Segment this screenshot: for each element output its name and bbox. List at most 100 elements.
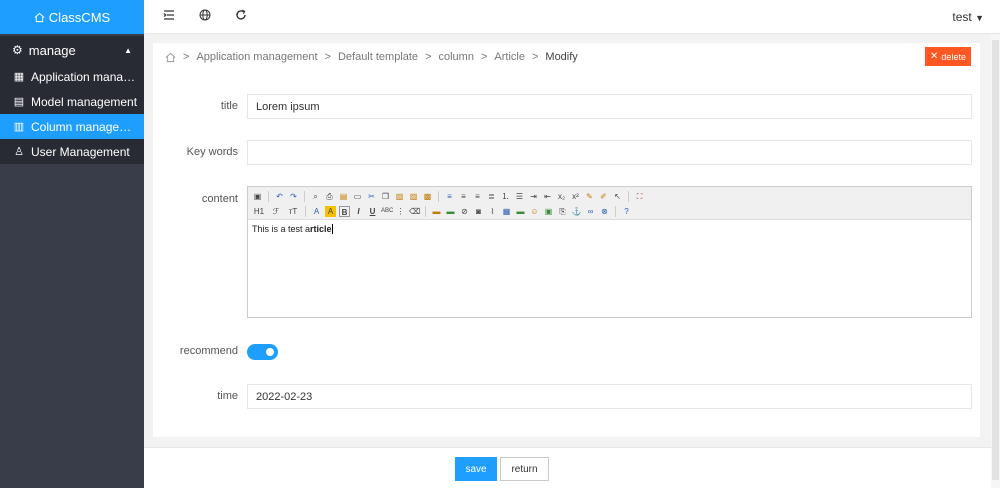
help-icon[interactable]: ? bbox=[621, 206, 632, 217]
link-icon[interactable]: ∞ bbox=[585, 206, 596, 217]
logo[interactable]: ClassCMS bbox=[0, 0, 144, 34]
breadcrumb-separator: > bbox=[183, 51, 190, 63]
keywords-input[interactable] bbox=[247, 140, 972, 165]
paste-icon[interactable]: ▧ bbox=[394, 191, 405, 202]
code-icon[interactable]: ▭ bbox=[352, 191, 363, 202]
breadcrumb-item[interactable]: column bbox=[439, 51, 474, 63]
save-button[interactable]: save bbox=[455, 457, 497, 481]
cut-icon[interactable]: ✂ bbox=[366, 191, 377, 202]
sidebar-group-manage[interactable]: ⚙ manage ▲ bbox=[0, 36, 144, 64]
content-label: content bbox=[201, 193, 238, 205]
sidebar-submenu: ▦ Application manage… ▤ Model management… bbox=[0, 64, 144, 164]
superscript-icon[interactable]: x² bbox=[570, 191, 581, 202]
subscript-icon[interactable]: x₂ bbox=[556, 191, 567, 202]
sidebar-item-column-management[interactable]: ▥ Column management bbox=[0, 114, 144, 139]
time-value: 2022-02-23 bbox=[256, 390, 313, 403]
sidebar-item-model-management[interactable]: ▤ Model management bbox=[0, 89, 144, 114]
paste-word-icon[interactable]: ▩ bbox=[422, 191, 433, 202]
scrollbar-thumb[interactable] bbox=[992, 40, 999, 480]
page-break-icon[interactable]: ⎘ bbox=[557, 206, 568, 217]
table-icon[interactable]: ▦ bbox=[501, 206, 512, 217]
select-all-icon[interactable]: ✐ bbox=[598, 191, 609, 202]
template-icon[interactable]: ▤ bbox=[338, 191, 349, 202]
toolbar-divider bbox=[438, 190, 439, 202]
fullscreen-icon[interactable]: ⛶ bbox=[634, 191, 645, 202]
return-button[interactable]: return bbox=[500, 457, 549, 481]
toolbar-divider bbox=[425, 205, 426, 217]
scrollbar[interactable] bbox=[991, 34, 1000, 488]
rich-text-editor[interactable]: ▣ ↶ ↷ ⌕ ⎙ ▤ ▭ ✂ ❐ ▧ ▨ ▩ ≡ ≡ ≡ ≣ ⒈ ☰ ⇥ ⇤ … bbox=[247, 186, 972, 318]
time-label: time bbox=[217, 390, 238, 402]
strikethrough-icon[interactable]: ABC bbox=[381, 206, 393, 217]
breadcrumb-separator: > bbox=[480, 51, 488, 63]
copy-icon[interactable]: ❐ bbox=[380, 191, 391, 202]
editor-toolbar: ▣ ↶ ↷ ⌕ ⎙ ▤ ▭ ✂ ❐ ▧ ▨ ▩ ≡ ≡ ≡ ≣ ⒈ ☰ ⇥ ⇤ … bbox=[248, 187, 971, 220]
remove-format-icon[interactable]: ⌫ bbox=[409, 206, 420, 217]
heading-icon[interactable]: H1 bbox=[252, 206, 266, 217]
flash-icon[interactable]: ⊘ bbox=[459, 206, 470, 217]
source-icon[interactable]: ▣ bbox=[252, 191, 263, 202]
recommend-toggle[interactable] bbox=[247, 344, 278, 360]
sidebar-item-label: Model management bbox=[31, 94, 138, 109]
edit-card: > Application management > Default templ… bbox=[153, 43, 980, 437]
user-menu[interactable]: test ▼ bbox=[952, 10, 984, 24]
home-icon[interactable] bbox=[165, 52, 176, 63]
italic-icon[interactable]: I bbox=[353, 206, 364, 217]
editor-content[interactable]: This is a test article bbox=[248, 220, 971, 238]
align-right-icon[interactable]: ≡ bbox=[472, 191, 483, 202]
sidebar-item-application-management[interactable]: ▦ Application manage… bbox=[0, 64, 144, 89]
align-center-icon[interactable]: ≡ bbox=[458, 191, 469, 202]
align-left-icon[interactable]: ≡ bbox=[444, 191, 455, 202]
clear-format-icon[interactable]: ✎ bbox=[584, 191, 595, 202]
close-icon: ✕ bbox=[930, 51, 939, 62]
image-icon[interactable]: ▬ bbox=[431, 206, 442, 217]
multi-image-icon[interactable]: ▬ bbox=[445, 206, 456, 217]
time-input[interactable]: 2022-02-23 bbox=[247, 384, 972, 409]
ordered-list-icon[interactable]: ⒈ bbox=[500, 191, 511, 202]
highlight-icon[interactable]: A bbox=[325, 205, 336, 217]
underline-icon[interactable]: U bbox=[367, 206, 378, 217]
breadcrumb-separator: > bbox=[324, 51, 331, 63]
toggle-knob bbox=[266, 348, 274, 356]
keywords-label: Key words bbox=[186, 146, 238, 158]
breadcrumb-item[interactable]: Article bbox=[494, 51, 525, 63]
font-color-icon[interactable]: A bbox=[311, 206, 322, 217]
font-family-icon[interactable]: ℱ bbox=[269, 206, 283, 217]
bold-icon[interactable]: B bbox=[339, 205, 350, 217]
map-icon[interactable]: ▣ bbox=[543, 206, 554, 217]
globe-icon[interactable] bbox=[197, 9, 213, 25]
emoticon-icon[interactable]: ☺ bbox=[529, 206, 540, 217]
model-icon: ▤ bbox=[13, 96, 25, 108]
breadcrumb-separator: > bbox=[531, 51, 539, 63]
align-justify-icon[interactable]: ≣ bbox=[486, 191, 497, 202]
caret-down-icon: ▼ bbox=[975, 13, 984, 23]
breadcrumb-item[interactable]: Application management bbox=[196, 51, 317, 63]
line-height-icon[interactable]: ⋮ bbox=[395, 206, 406, 217]
sidebar-group-label: manage bbox=[28, 42, 76, 58]
breadcrumb: > Application management > Default templ… bbox=[165, 51, 578, 63]
breadcrumb-item[interactable]: Default template bbox=[338, 51, 418, 63]
title-input[interactable]: Lorem ipsum bbox=[247, 94, 972, 119]
unordered-list-icon[interactable]: ☰ bbox=[514, 191, 525, 202]
unlink-icon[interactable]: ⊗ bbox=[599, 206, 610, 217]
sidebar: ClassCMS ⚙ manage ▲ ▦ Application manage… bbox=[0, 0, 144, 488]
caret-up-icon: ▲ bbox=[124, 45, 132, 55]
insert-code-icon[interactable]: ▬ bbox=[515, 206, 526, 217]
indent-icon[interactable]: ⇥ bbox=[528, 191, 539, 202]
attachment-icon[interactable]: ⌇ bbox=[487, 206, 498, 217]
refresh-icon[interactable] bbox=[233, 9, 249, 25]
undo-icon[interactable]: ↶ bbox=[274, 191, 285, 202]
media-icon[interactable]: ◙ bbox=[473, 206, 484, 217]
redo-icon[interactable]: ↷ bbox=[288, 191, 299, 202]
toolbar-divider bbox=[304, 190, 305, 202]
paste-text-icon[interactable]: ▨ bbox=[408, 191, 419, 202]
sidebar-item-user-management[interactable]: ♙ User Management bbox=[0, 139, 144, 164]
preview-icon[interactable]: ⌕ bbox=[310, 191, 321, 202]
print-icon[interactable]: ⎙ bbox=[324, 191, 335, 202]
outdent-icon[interactable]: ⇤ bbox=[542, 191, 553, 202]
anchor-icon[interactable]: ⚓ bbox=[571, 206, 582, 217]
font-size-icon[interactable]: тT bbox=[286, 206, 300, 217]
delete-button[interactable]: ✕ delete bbox=[925, 47, 971, 66]
menu-toggle-icon[interactable] bbox=[161, 9, 177, 25]
cursor-icon[interactable]: ↖ bbox=[612, 191, 623, 202]
